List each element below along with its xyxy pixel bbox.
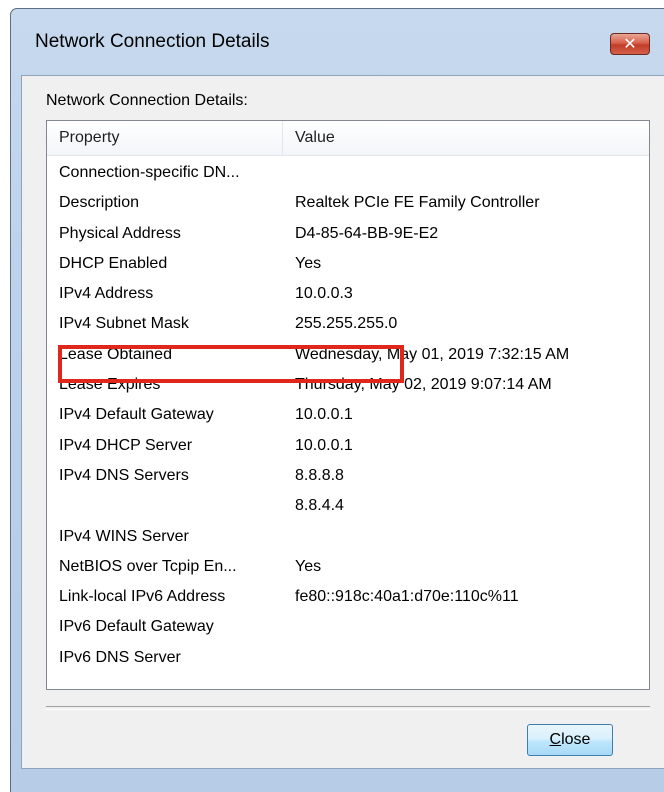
value-cell: fe80::918c:40a1:d70e:110c%11 xyxy=(295,588,519,606)
value-cell: 10.0.0.1 xyxy=(295,406,353,424)
value-cell: Thursday, May 02, 2019 9:07:14 AM xyxy=(295,376,552,394)
table-row[interactable]: Lease Obtained Wednesday, May 01, 2019 7:… xyxy=(47,341,649,371)
table-row[interactable]: IPv4 DHCP Server 10.0.0.1 xyxy=(47,432,649,462)
table-row[interactable]: 8.8.4.4 xyxy=(47,492,649,522)
table-row[interactable]: Physical Address D4-85-64-BB-9E-E2 xyxy=(47,220,649,250)
dialog-client-area: Network Connection Details: Property Val… xyxy=(21,75,664,769)
table-row[interactable]: IPv4 Subnet Mask 255.255.255.0 xyxy=(47,310,649,340)
value-cell: Realtek PCIe FE Family Controller xyxy=(295,194,540,212)
table-row[interactable]: IPv4 Address 10.0.0.3 xyxy=(47,280,649,310)
value-cell: 8.8.8.8 xyxy=(295,466,344,484)
property-cell: IPv6 Default Gateway xyxy=(59,618,214,636)
property-cell: IPv4 DHCP Server xyxy=(59,436,193,454)
table-row[interactable]: DHCP Enabled Yes xyxy=(47,250,649,280)
table-row[interactable]: Connection-specific DN... xyxy=(47,159,649,189)
window-title: Network Connection Details xyxy=(35,31,270,52)
dialog-window: Network Connection Details ✕ Network Con… xyxy=(10,8,664,792)
property-cell: Physical Address xyxy=(59,224,181,242)
table-row[interactable]: IPv4 Default Gateway 10.0.0.1 xyxy=(47,401,649,431)
property-cell: IPv6 DNS Server xyxy=(59,648,181,666)
title-bar[interactable]: Network Connection Details ✕ xyxy=(11,9,664,75)
column-header-value[interactable]: Value xyxy=(283,121,649,155)
list-header: Property Value xyxy=(47,121,649,156)
property-cell: IPv4 Address xyxy=(59,285,154,303)
property-cell: IPv4 Default Gateway xyxy=(59,406,214,424)
property-cell: Link-local IPv6 Address xyxy=(59,588,226,606)
table-row[interactable]: Description Realtek PCIe FE Family Contro… xyxy=(47,189,649,219)
close-window-icon[interactable]: ✕ xyxy=(610,33,650,55)
property-cell: NetBIOS over Tcpip En... xyxy=(59,557,237,575)
column-header-property[interactable]: Property xyxy=(47,121,283,155)
close-button-label: lose xyxy=(561,731,591,748)
property-cell: DHCP Enabled xyxy=(59,254,168,272)
separator xyxy=(46,706,650,710)
value-cell: Yes xyxy=(295,254,322,272)
close-button[interactable]: Close xyxy=(527,724,613,756)
close-button-accelerator: C xyxy=(549,731,562,748)
property-cell: Lease Expires xyxy=(59,376,161,394)
details-list-view[interactable]: Property Value Connection-specific DN...… xyxy=(46,120,650,690)
list-rows: Connection-specific DN... Description Real… xyxy=(47,159,649,674)
table-row[interactable]: NetBIOS over Tcpip En... Yes xyxy=(47,553,649,583)
value-cell: 8.8.4.4 xyxy=(295,497,344,515)
value-cell: 10.0.0.1 xyxy=(295,436,353,454)
value-cell: 10.0.0.3 xyxy=(295,285,353,303)
table-row[interactable]: Lease Expires Thursday, May 02, 2019 9:07… xyxy=(47,371,649,401)
value-cell: Wednesday, May 01, 2019 7:32:15 AM xyxy=(295,345,570,363)
table-row[interactable]: IPv4 DNS Servers 8.8.8.8 xyxy=(47,462,649,492)
value-cell: D4-85-64-BB-9E-E2 xyxy=(295,224,439,242)
table-row[interactable]: IPv4 WINS Server xyxy=(47,523,649,553)
details-label: Network Connection Details: xyxy=(46,92,248,109)
value-cell: 255.255.255.0 xyxy=(295,315,398,333)
value-cell: Yes xyxy=(295,557,322,575)
property-cell: Description xyxy=(59,194,140,212)
table-row[interactable]: IPv6 Default Gateway xyxy=(47,613,649,643)
table-row[interactable]: IPv6 DNS Server xyxy=(47,644,649,674)
property-cell: IPv4 WINS Server xyxy=(59,527,189,545)
property-cell: Lease Obtained xyxy=(59,345,172,363)
property-cell: Connection-specific DN... xyxy=(59,164,240,181)
property-cell: IPv4 DNS Servers xyxy=(59,466,189,484)
table-row[interactable]: Link-local IPv6 Address fe80::918c:40a1:d… xyxy=(47,583,649,613)
property-cell: IPv4 Subnet Mask xyxy=(59,315,189,333)
